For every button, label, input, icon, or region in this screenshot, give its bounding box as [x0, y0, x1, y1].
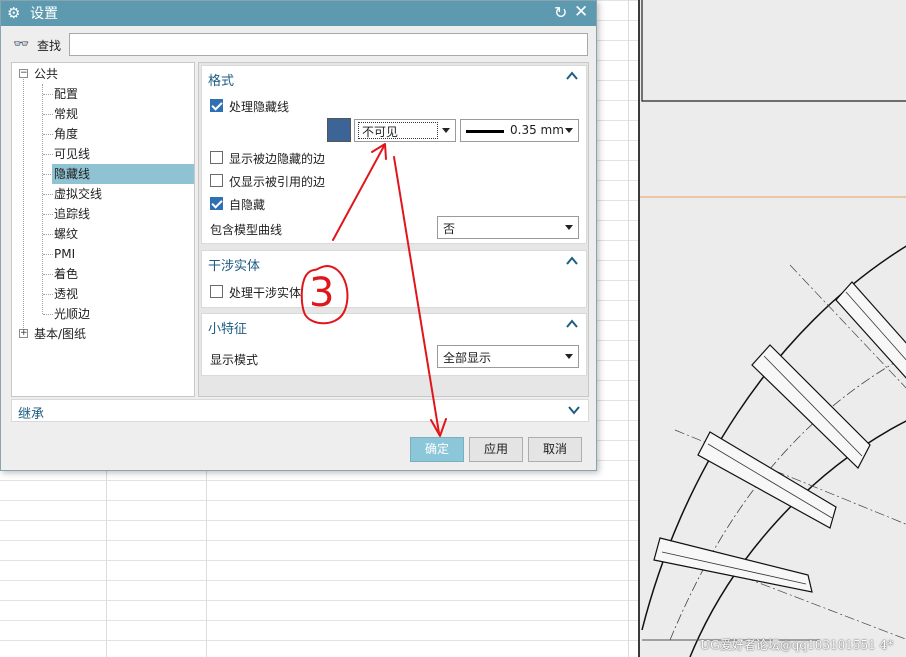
- settings-tree: − 公共 配置 常规 角度 可见线 隐藏线 虚拟交线 追踪线 螺纹 PMI 着色…: [11, 62, 195, 397]
- settings-dialog: ⚙ 设置 ↻ ✕ 👓 查找 − 公共 配置 常规 角度 可见线 隐藏线 虚拟交线…: [0, 0, 597, 471]
- reset-icon[interactable]: ↻: [554, 3, 567, 23]
- process-interference-label: 处理干涉实体: [229, 286, 302, 300]
- line-style-select[interactable]: 不可见: [354, 119, 456, 142]
- tree-item-config[interactable]: 配置: [52, 84, 194, 104]
- ok-button[interactable]: 确定: [410, 437, 464, 462]
- show-only-referenced-checkbox[interactable]: [210, 174, 223, 187]
- show-hidden-by-edges-checkbox[interactable]: [210, 151, 223, 164]
- binoculars-icon: 👓: [13, 37, 30, 52]
- tree-item-visible-lines[interactable]: 可见线: [52, 144, 194, 164]
- search-input[interactable]: [69, 33, 588, 56]
- process-interference-checkbox[interactable]: [210, 285, 223, 298]
- close-icon[interactable]: ✕: [574, 2, 588, 22]
- collapse-chevron-icon[interactable]: [566, 255, 578, 267]
- tree-item-threads[interactable]: 螺纹: [52, 224, 194, 244]
- interference-section: 干涉实体 处理干涉实体: [201, 250, 587, 308]
- tree-item-pmi[interactable]: PMI: [52, 244, 194, 264]
- format-section-title[interactable]: 格式: [208, 70, 234, 89]
- tree-item-hidden-lines[interactable]: 隐藏线: [52, 164, 194, 184]
- format-section: 格式 处理隐藏线 不可见 0.35 mm 显示被边隐藏的边 仅显示被引用的边 自…: [201, 65, 587, 244]
- line-width-select[interactable]: 0.35 mm: [460, 119, 579, 142]
- collapse-chevron-icon[interactable]: [566, 318, 578, 330]
- interference-section-title[interactable]: 干涉实体: [208, 255, 260, 274]
- tree-item-trace-lines[interactable]: 追踪线: [52, 204, 194, 224]
- show-only-referenced-label: 仅显示被引用的边: [229, 175, 326, 189]
- tree-item-smooth-edges[interactable]: 光顺边: [52, 304, 194, 324]
- dialog-title: 设置: [30, 6, 58, 22]
- expand-chevron-icon[interactable]: [568, 404, 580, 416]
- tree-item-shading[interactable]: 着色: [52, 264, 194, 284]
- cad-drawing: [640, 0, 906, 657]
- self-hidden-label: 自隐藏: [229, 198, 266, 212]
- tree-group-common[interactable]: 公共: [34, 64, 94, 84]
- search-label: 查找: [37, 39, 62, 53]
- inherit-section[interactable]: 继承: [11, 399, 589, 422]
- cancel-button[interactable]: 取消: [528, 437, 582, 462]
- display-mode-label: 显示模式: [210, 353, 259, 367]
- tree-item-virtual-intersection[interactable]: 虚拟交线: [52, 184, 194, 204]
- tree-item-perspective[interactable]: 透视: [52, 284, 194, 304]
- dialog-titlebar[interactable]: ⚙ 设置 ↻ ✕: [1, 1, 596, 26]
- process-hidden-checkbox[interactable]: [210, 99, 223, 112]
- watermark: UG爱好者论坛@qq103101551 4*: [700, 638, 894, 652]
- process-hidden-label: 处理隐藏线: [229, 100, 290, 114]
- tree-item-angle[interactable]: 角度: [52, 124, 194, 144]
- inherit-section-title: 继承: [18, 407, 45, 422]
- grid-divider: [628, 0, 629, 657]
- small-features-section: 小特征 显示模式 全部显示: [201, 313, 587, 376]
- self-hidden-checkbox[interactable]: [210, 197, 223, 210]
- settings-panel: 格式 处理隐藏线 不可见 0.35 mm 显示被边隐藏的边 仅显示被引用的边 自…: [198, 62, 589, 397]
- collapse-chevron-icon[interactable]: [566, 70, 578, 82]
- include-model-curves-select[interactable]: 否: [437, 216, 579, 239]
- display-mode-select[interactable]: 全部显示: [437, 345, 579, 368]
- color-swatch[interactable]: [327, 118, 351, 142]
- search-row: 👓 查找: [11, 33, 589, 57]
- expand-toggle[interactable]: +: [19, 329, 28, 338]
- include-model-curves-label: 包含模型曲线: [210, 223, 283, 237]
- collapse-toggle[interactable]: −: [19, 69, 28, 78]
- tree-group-basic-drawing[interactable]: 基本/图纸: [34, 324, 134, 344]
- apply-button[interactable]: 应用: [469, 437, 523, 462]
- cad-drawing-area[interactable]: [638, 0, 906, 657]
- gear-icon: ⚙: [7, 4, 21, 22]
- small-features-section-title[interactable]: 小特征: [208, 318, 247, 337]
- show-hidden-by-edges-label: 显示被边隐藏的边: [229, 152, 326, 166]
- line-width-preview: [466, 130, 504, 133]
- tree-item-general[interactable]: 常规: [52, 104, 194, 124]
